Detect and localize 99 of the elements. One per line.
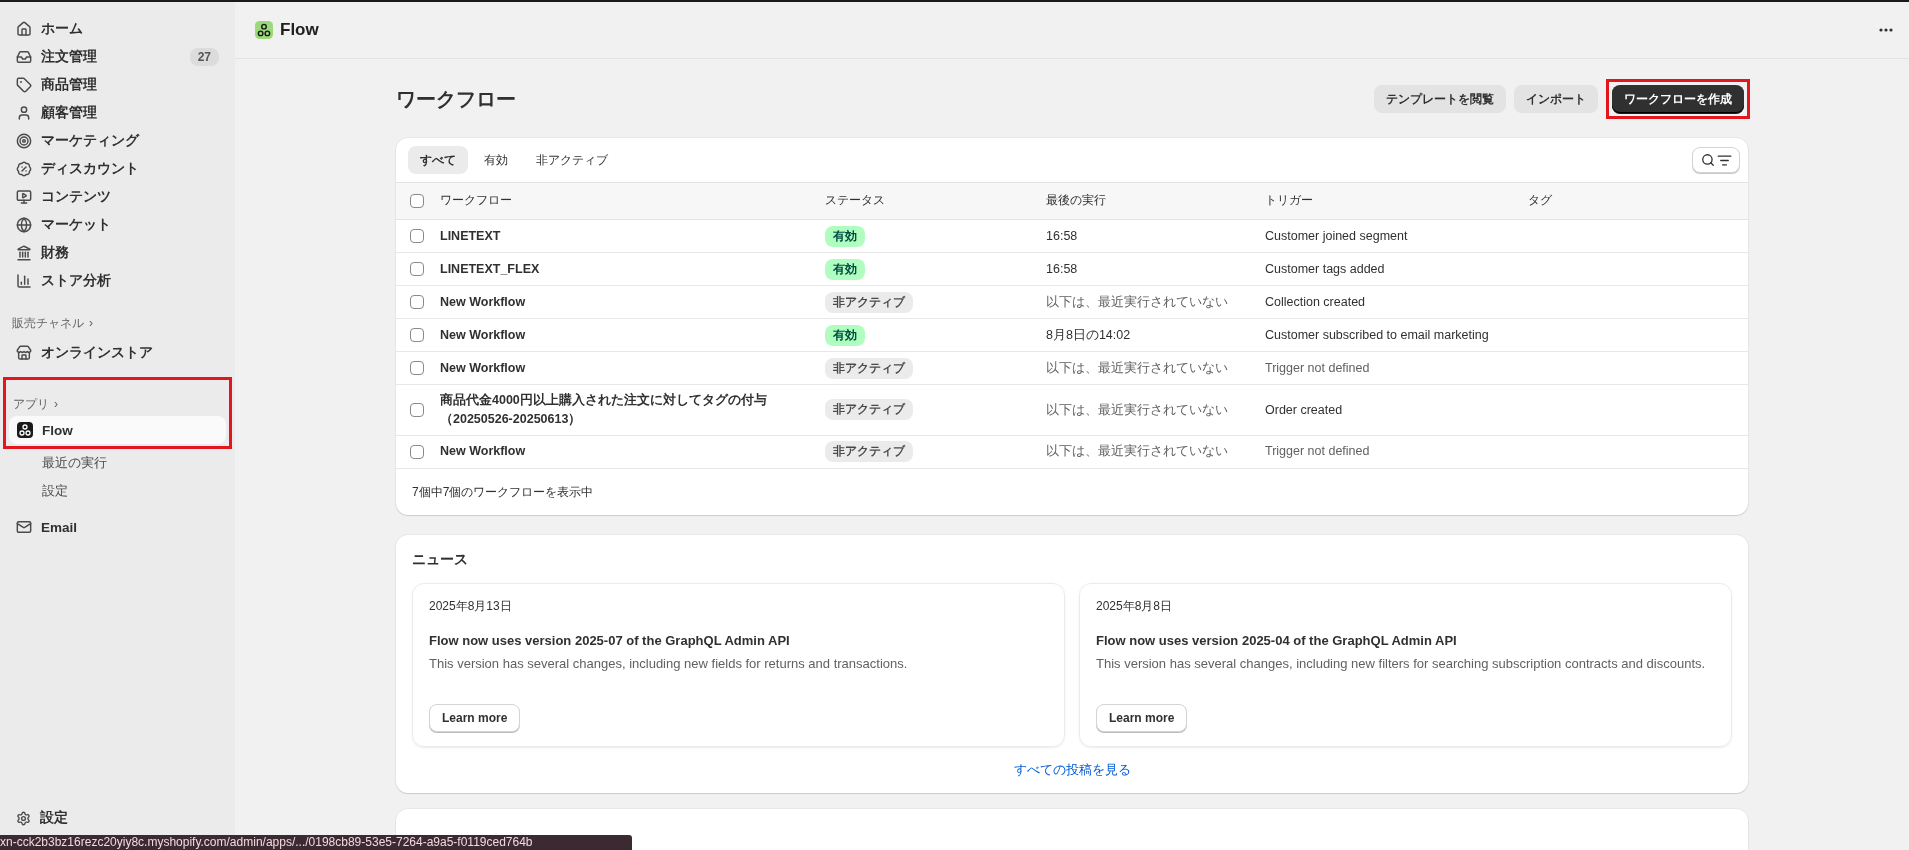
table-cell-text: Collection created (1265, 293, 1367, 311)
sidebar-item[interactable]: ホーム (8, 15, 227, 43)
workflow-name[interactable]: LINETEXT (440, 226, 825, 246)
column-header: タグ (1528, 192, 1553, 210)
workflow-name[interactable]: New Workflow (440, 292, 825, 312)
workflow-name[interactable]: New Workflow (440, 358, 825, 378)
table-cell-text: Trigger not defined (1265, 443, 1371, 461)
row-checkbox[interactable] (410, 361, 424, 375)
settings-icon (16, 810, 31, 826)
sidebar-item[interactable]: 顧客管理 (8, 99, 227, 127)
sidebar-subitem[interactable]: 最近の実行 (8, 449, 227, 477)
post-date: 2025年8月13日 (429, 597, 513, 615)
workflow-name[interactable]: LINETEXT_FLEX (440, 259, 825, 279)
search-filter-button[interactable] (1692, 147, 1740, 173)
sidebar-item[interactable]: 注文管理 27 (8, 43, 227, 71)
post-title: Flow now uses version 2025-04 of the GraphQL Admin API (1096, 632, 1458, 648)
page-title: ワークフロー (396, 86, 516, 112)
primary-button[interactable]: ワークフローを作成 (1612, 85, 1744, 113)
more-icon (1879, 28, 1893, 32)
bar-chart-icon (16, 273, 32, 289)
sidebar-item[interactable]: Flow (9, 416, 226, 444)
home-icon (16, 21, 32, 37)
workflow-name[interactable]: New Workflow (440, 442, 825, 461)
table-cell-text: Trigger not defined (1265, 359, 1371, 377)
sidebar-subitem[interactable]: 設定 (8, 477, 227, 505)
table-cell-text: Customer joined segment (1265, 227, 1409, 245)
post-title: Flow now uses version 2025-07 of the GraphQL Admin API (429, 632, 791, 648)
sidebar-item[interactable]: 財務 (8, 239, 227, 267)
post-body: This version has several changes, including new fields for returns and transactions. (429, 654, 909, 673)
table-cell-text: Customer tags added (1265, 260, 1386, 278)
row-checkbox[interactable] (410, 444, 424, 459)
secondary-button[interactable]: インポート (1514, 85, 1598, 113)
person-icon (16, 105, 32, 121)
table-cell-text: 以下は、最近実行されていない (1046, 359, 1229, 377)
nodes-icon (17, 422, 33, 438)
view-all-link[interactable]: すべての投稿を見る (1013, 760, 1131, 779)
sidebar-item[interactable]: コンテンツ (8, 183, 227, 211)
sidebar-item[interactable]: 商品管理 (8, 71, 227, 99)
app-title: Flow (280, 20, 319, 40)
post-body: This version has several changes, including new filters for searching subscription contracts and discounts. (1096, 654, 1707, 673)
post-date: 2025年8月8日 (1096, 597, 1174, 615)
status-badge: 有効 (825, 225, 865, 247)
bank-icon (16, 245, 32, 261)
secondary-button[interactable]: テンプレートを閲覧 (1374, 85, 1506, 113)
table-footer-text: 7個中7個のワークフローを表示中 (411, 483, 595, 501)
sidebar-item[interactable]: ストア分析 (8, 267, 227, 295)
sidebar-item[interactable]: オンラインストア (8, 339, 227, 367)
inbox-icon (16, 49, 32, 65)
flow-app-icon (255, 21, 273, 39)
search-icon (1700, 153, 1715, 167)
status-badge: 有効 (825, 258, 865, 280)
select-all-checkbox[interactable] (410, 194, 424, 208)
row-checkbox[interactable] (410, 328, 424, 342)
status-badge: 非アクティブ (825, 441, 913, 462)
workflow-name[interactable]: 商品代金4000円以上購入された注文に対してタグの付与（20250526-20250613） (440, 391, 825, 429)
row-checkbox[interactable] (410, 262, 424, 276)
sidebar-item[interactable]: ディスカウント (8, 155, 227, 183)
section-heading[interactable]: 販売チャネル › (8, 311, 227, 335)
link-preview-tooltip: xn-cck2b3bz16rezc20yiy8c.myshopify.com/admin/apps/.../0198cb89-53e5-7264-a9a5-f0119ced764b (0, 835, 632, 850)
sidebar-item[interactable]: マーケット (8, 211, 227, 239)
table-cell-text: 以下は、最近実行されていない (1046, 401, 1229, 419)
section-title: ニュース (412, 550, 469, 569)
workflow-name[interactable]: New Workflow (440, 325, 825, 345)
row-checkbox[interactable] (410, 229, 424, 243)
status-badge: 非アクティブ (825, 357, 913, 379)
learn-more-button[interactable]: Learn more (429, 703, 521, 732)
count-badge: 27 (189, 48, 219, 66)
row-checkbox[interactable] (410, 295, 424, 309)
filter-icon (1716, 152, 1732, 168)
learn-more-button[interactable]: Learn more (1096, 703, 1188, 732)
target-icon (16, 133, 32, 149)
status-badge: 有効 (825, 324, 865, 346)
monitor-icon (16, 189, 32, 205)
column-header: ステータス (825, 192, 886, 210)
column-header: トリガー (1265, 192, 1314, 210)
table-cell-text: 8月8日の14:02 (1046, 326, 1132, 344)
table-cell-text: 以下は、最近実行されていない (1046, 443, 1229, 461)
filter-tab[interactable]: 非アクティブ (524, 146, 620, 174)
column-header: ワークフロー (440, 192, 513, 210)
sidebar-item[interactable]: Email (8, 513, 227, 541)
filter-tab[interactable]: 有効 (472, 146, 520, 174)
percent-badge-icon (16, 161, 32, 177)
table-cell-text: 以下は、最近実行されていない (1046, 293, 1229, 311)
table-cell-text: 16:58 (1046, 227, 1079, 245)
column-header: 最後の実行 (1046, 192, 1107, 210)
section-heading[interactable]: アプリ › (9, 392, 226, 416)
globe-icon (16, 217, 32, 233)
store-icon (16, 345, 32, 361)
sidebar-item[interactable]: 設定 (8, 804, 227, 832)
filter-tab[interactable]: すべて (408, 146, 468, 174)
mail-icon (16, 519, 32, 535)
tag-icon (16, 77, 32, 93)
table-cell-text: Order created (1265, 401, 1344, 419)
table-cell-text: Customer subscribed to email marketing (1265, 326, 1490, 344)
status-badge: 非アクティブ (825, 291, 913, 313)
table-cell-text: 16:58 (1046, 260, 1079, 278)
row-checkbox[interactable] (410, 402, 424, 417)
status-badge: 非アクティブ (825, 399, 913, 421)
sidebar-item[interactable]: マーケティング (8, 127, 227, 155)
